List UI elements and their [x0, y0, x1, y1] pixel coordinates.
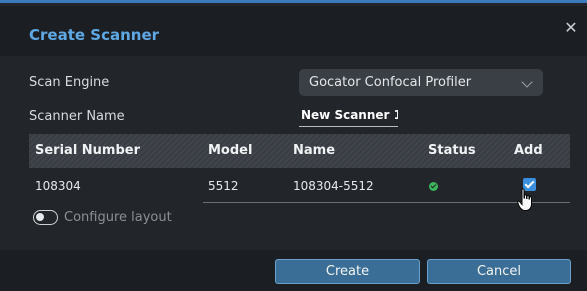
cell-model: 5512 — [208, 179, 239, 193]
table-header: Serial Number Model Name Status Add — [29, 134, 570, 168]
dialog-title: Create Scanner — [29, 26, 160, 44]
hand-pointer-cursor-icon — [517, 188, 532, 211]
create-button[interactable]: Create — [275, 259, 420, 284]
status-ok-icon — [429, 182, 438, 191]
col-header-add: Add — [514, 143, 543, 158]
scanner-table: Serial Number Model Name Status Add 1083… — [29, 134, 570, 204]
create-scanner-dialog: Create Scanner ✕ Scan Engine Gocator Con… — [0, 0, 587, 291]
col-header-status: Status — [428, 143, 476, 158]
table-row[interactable]: 108304 5512 108304-5512 — [29, 168, 570, 204]
toggle-knob — [36, 213, 44, 221]
scan-engine-value: Gocator Confocal Profiler — [309, 75, 472, 90]
row-divider — [203, 202, 570, 203]
close-icon[interactable]: ✕ — [563, 20, 579, 36]
scan-engine-select[interactable]: Gocator Confocal Profiler — [299, 69, 543, 96]
cancel-button[interactable]: Cancel — [427, 259, 571, 284]
scanner-name-input[interactable] — [299, 103, 398, 127]
col-header-name: Name — [293, 143, 336, 158]
cell-serial-number: 108304 — [35, 179, 81, 193]
col-header-serial-number: Serial Number — [35, 143, 141, 158]
scanner-name-label: Scanner Name — [29, 109, 125, 124]
cell-name: 108304-5512 — [293, 179, 374, 193]
col-header-model: Model — [208, 143, 253, 158]
dialog-titlebar: Create Scanner ✕ — [0, 6, 587, 56]
configure-layout-label: Configure layout — [64, 210, 172, 225]
configure-layout-toggle[interactable] — [33, 210, 58, 225]
scan-engine-label: Scan Engine — [29, 75, 110, 90]
chevron-down-icon — [521, 76, 533, 88]
